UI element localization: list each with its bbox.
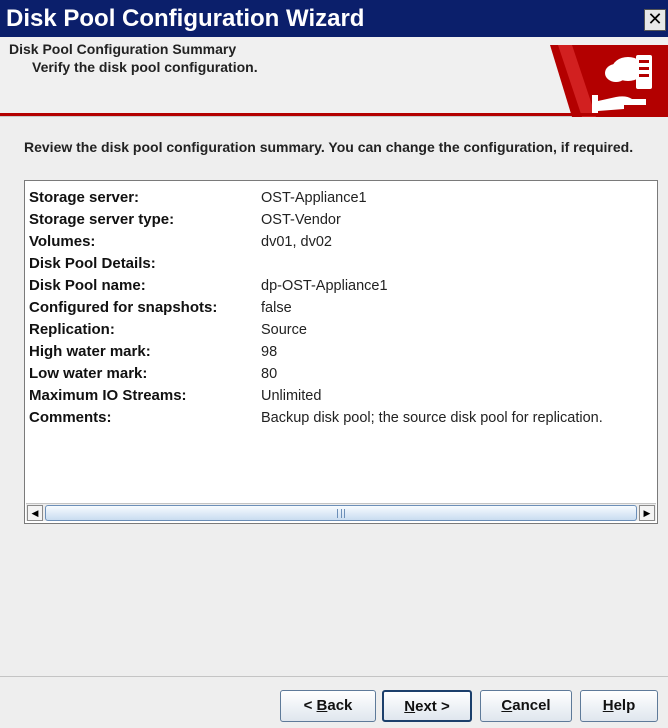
- help-button-label: elp: [613, 697, 636, 714]
- cancel-button[interactable]: Cancel: [480, 690, 572, 722]
- summary-label: Volumes:: [29, 233, 96, 250]
- summary-row-snapshots: Configured for snapshots: false: [29, 297, 655, 319]
- summary-value: 98: [261, 344, 278, 360]
- cloud-storage-hand-icon: [550, 45, 668, 117]
- window-title: Disk Pool Configuration Wizard: [6, 5, 365, 32]
- wizard-banner: Disk Pool Configuration Summary Verify t…: [0, 37, 668, 117]
- back-button-mnemonic: B: [316, 697, 328, 714]
- scroll-left-icon[interactable]: ◀: [27, 505, 43, 521]
- next-button[interactable]: Next >: [382, 690, 472, 722]
- summary-label: Low water mark:: [29, 365, 148, 382]
- summary-list: Storage server: OST-Appliance1 Storage s…: [29, 187, 655, 429]
- cancel-button-label: ancel: [512, 697, 551, 714]
- summary-value: Backup disk pool; the source disk pool f…: [261, 410, 603, 426]
- intro-text: Review the disk pool configuration summa…: [24, 139, 634, 155]
- summary-label: Replication:: [29, 321, 115, 338]
- summary-row-volumes: Volumes: dv01, dv02: [29, 231, 655, 253]
- next-button-label: ext >: [415, 698, 450, 715]
- window-titlebar: Disk Pool Configuration Wizard ✕: [0, 0, 668, 37]
- horizontal-scrollbar[interactable]: ◀ ▶: [26, 503, 656, 521]
- summary-label: Disk Pool name:: [29, 277, 146, 294]
- summary-label: Disk Pool Details:: [29, 255, 156, 272]
- grip-icon: [337, 509, 345, 518]
- summary-row-comments: Comments: Backup disk pool; the source d…: [29, 407, 655, 429]
- summary-row-disk-pool-details: Disk Pool Details:: [29, 253, 655, 275]
- summary-label: Maximum IO Streams:: [29, 387, 187, 404]
- summary-row-storage-server: Storage server: OST-Appliance1: [29, 187, 655, 209]
- close-icon[interactable]: ✕: [644, 9, 666, 31]
- summary-value: OST-Vendor: [261, 212, 341, 228]
- summary-value: 80: [261, 366, 278, 382]
- summary-row-max-io-streams: Maximum IO Streams: Unlimited: [29, 385, 655, 407]
- summary-row-disk-pool-name: Disk Pool name: dp-OST-Appliance1: [29, 275, 655, 297]
- summary-label: High water mark:: [29, 343, 151, 360]
- summary-panel[interactable]: Storage server: OST-Appliance1 Storage s…: [24, 180, 658, 524]
- summary-row-replication: Replication: Source: [29, 319, 655, 341]
- cancel-button-mnemonic: C: [501, 697, 513, 714]
- back-button-prefix: <: [303, 697, 317, 714]
- summary-value: dv01, dv02: [261, 234, 332, 250]
- summary-label: Storage server:: [29, 189, 140, 206]
- summary-label: Comments:: [29, 409, 112, 426]
- summary-value: Unlimited: [261, 388, 322, 404]
- banner-subtitle: Verify the disk pool configuration.: [32, 59, 258, 75]
- banner-title: Disk Pool Configuration Summary: [9, 41, 237, 57]
- summary-value: false: [261, 300, 292, 316]
- banner-accent-stripe: [0, 113, 668, 116]
- scroll-right-icon[interactable]: ▶: [639, 505, 655, 521]
- back-button[interactable]: < Back: [280, 690, 376, 722]
- summary-row-storage-server-type: Storage server type: OST-Vendor: [29, 209, 655, 231]
- scrollbar-thumb[interactable]: [45, 505, 637, 521]
- summary-value: OST-Appliance1: [261, 190, 367, 206]
- back-button-label: ack: [327, 697, 353, 714]
- next-button-mnemonic: N: [404, 698, 416, 715]
- help-button[interactable]: Help: [580, 690, 658, 722]
- summary-label: Storage server type:: [29, 211, 175, 228]
- summary-row-low-water-mark: Low water mark: 80: [29, 363, 655, 385]
- help-button-mnemonic: H: [602, 697, 614, 714]
- summary-row-high-water-mark: High water mark: 98: [29, 341, 655, 363]
- summary-value: dp-OST-Appliance1: [261, 278, 388, 294]
- footer-separator: [0, 676, 668, 677]
- summary-value: Source: [261, 322, 307, 338]
- summary-label: Configured for snapshots:: [29, 299, 218, 316]
